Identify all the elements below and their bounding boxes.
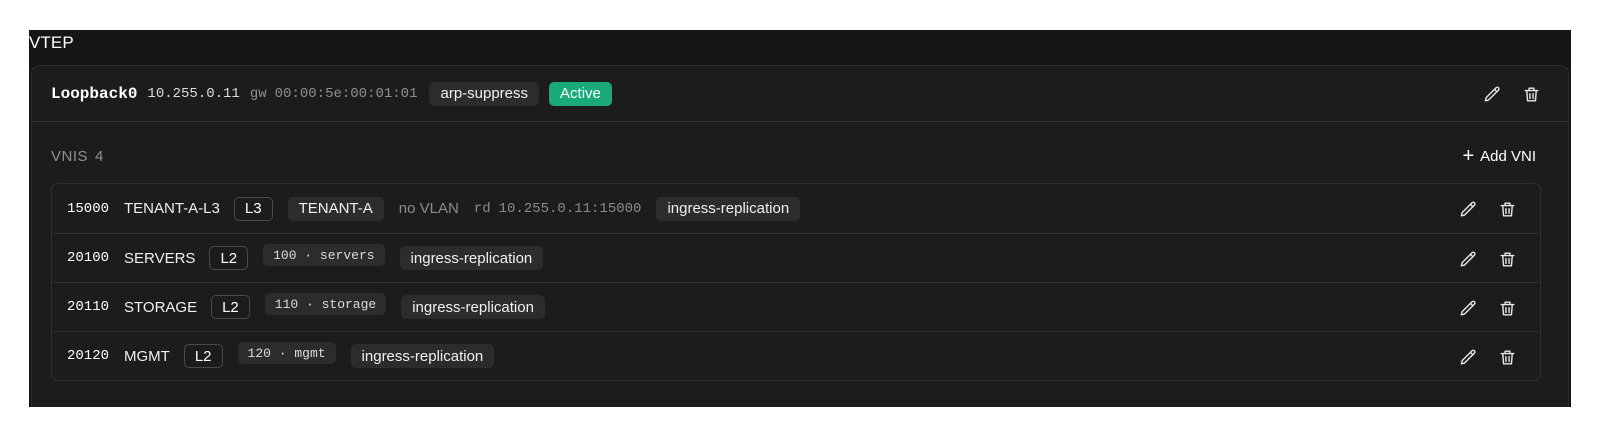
- replication-badge: ingress-replication: [399, 246, 544, 270]
- add-vni-label: Add VNI: [1480, 147, 1536, 165]
- trash-icon: [1499, 349, 1515, 365]
- edit-vtep-button[interactable]: [1481, 83, 1503, 105]
- vni-id: 20100: [67, 250, 110, 266]
- vni-name: TENANT-A-L3: [124, 200, 220, 217]
- gateway-mac: 00:00:5e:00:01:01: [274, 85, 418, 102]
- vni-name: STORAGE: [124, 298, 198, 316]
- layer-badge: L2: [211, 295, 250, 319]
- pencil-icon: [1460, 300, 1476, 316]
- status-badge: Active: [549, 81, 612, 106]
- pencil-icon: [1460, 201, 1476, 217]
- pencil-icon: [1484, 86, 1500, 102]
- vtep-header: Loopback0 10.255.0.11 gw 00:00:5e:00:01:…: [32, 66, 1568, 122]
- vtep-actions: [1481, 83, 1542, 105]
- delete-vni-button[interactable]: [1496, 346, 1518, 368]
- replication-badge: ingress-replication: [350, 344, 495, 368]
- trash-icon: [1523, 86, 1539, 102]
- panel-title: VTEP: [29, 33, 74, 52]
- trash-icon: [1499, 300, 1515, 316]
- vnis-section-label: VNIS 4: [51, 148, 104, 165]
- delete-vni-button[interactable]: [1496, 198, 1518, 220]
- delete-vni-button[interactable]: [1496, 248, 1518, 270]
- layer-badge: L2: [209, 246, 249, 270]
- trash-icon: [1499, 201, 1515, 217]
- vni-name: SERVERS: [124, 249, 196, 267]
- edit-vni-button[interactable]: [1457, 248, 1479, 270]
- table-row: 20110 STORAGE L2 110 · storage ingress-r…: [52, 282, 1540, 331]
- plus-icon: +: [1462, 145, 1475, 167]
- vlan-badge: 100 · servers: [263, 244, 385, 266]
- vni-id: 20120: [67, 348, 110, 364]
- row-actions: [1457, 346, 1518, 368]
- vtep-panel: VTEP Loopback0 10.255.0.11 gw 00:00:5e:0…: [29, 30, 1571, 407]
- row-actions: [1457, 198, 1518, 220]
- arp-suppress-badge: arp-suppress: [429, 81, 540, 106]
- vni-name: MGMT: [124, 347, 170, 365]
- delete-vni-button[interactable]: [1496, 297, 1518, 319]
- vlan-badge: 110 · storage: [264, 293, 387, 315]
- trash-icon: [1499, 251, 1515, 267]
- vni-table: 15000 TENANT-A-L3 L3 TENANT-A no VLAN rd…: [51, 183, 1541, 381]
- rd-value: 10.255.0.11:15000: [498, 200, 642, 217]
- pencil-icon: [1460, 251, 1476, 267]
- vni-id: 15000: [67, 200, 110, 217]
- pencil-icon: [1460, 349, 1476, 365]
- edit-vni-button[interactable]: [1457, 297, 1479, 319]
- replication-badge: ingress-replication: [656, 196, 801, 221]
- vni-id: 20110: [67, 299, 110, 315]
- vnis-label: VNIS: [51, 148, 89, 165]
- vlan-badge: 120 · mgmt: [237, 342, 336, 364]
- gateway-label: gw: [249, 85, 267, 102]
- delete-vtep-button[interactable]: [1520, 83, 1542, 105]
- layer-badge: L2: [183, 344, 223, 368]
- edit-vni-button[interactable]: [1457, 198, 1479, 220]
- edit-vni-button[interactable]: [1457, 346, 1479, 368]
- vtep-card: Loopback0 10.255.0.11 gw 00:00:5e:00:01:…: [31, 65, 1569, 407]
- table-row: 15000 TENANT-A-L3 L3 TENANT-A no VLAN rd…: [52, 184, 1540, 233]
- vlan-text: no VLAN: [398, 200, 459, 217]
- add-vni-button[interactable]: + Add VNI: [1462, 146, 1536, 166]
- row-actions: [1457, 248, 1518, 270]
- row-actions: [1457, 297, 1518, 319]
- rd-label: rd: [473, 200, 491, 217]
- layer-badge: L3: [233, 196, 273, 221]
- table-row: 20120 MGMT L2 120 · mgmt ingress-replica…: [52, 331, 1540, 380]
- table-row: 20100 SERVERS L2 100 · servers ingress-r…: [52, 233, 1540, 282]
- vnis-count: 4: [95, 148, 104, 165]
- tenant-badge: TENANT-A: [287, 196, 384, 221]
- interface-name: Loopback0: [51, 84, 138, 103]
- vtep-ip: 10.255.0.11: [147, 85, 240, 102]
- replication-badge: ingress-replication: [401, 295, 545, 319]
